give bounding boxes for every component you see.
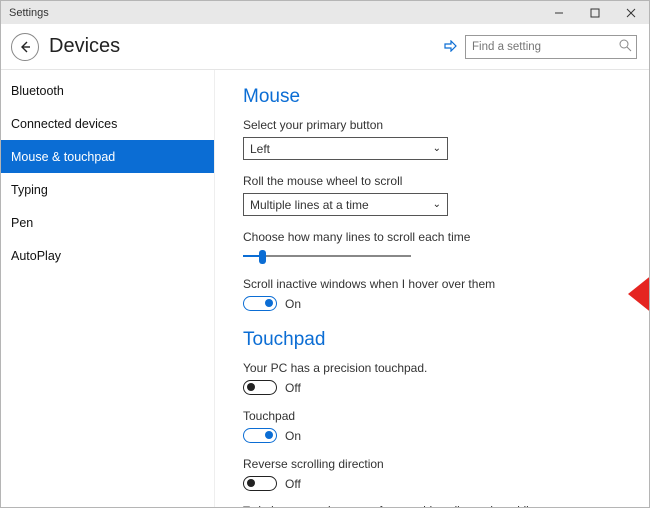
chevron-down-icon: ⌄ — [433, 143, 441, 154]
page-title: Devices — [49, 35, 435, 58]
touchpad-enable-state: On — [285, 429, 301, 443]
toggle-knob — [247, 479, 255, 487]
scroll-inactive-state: On — [285, 297, 301, 311]
reverse-label: Reverse scrolling direction — [243, 457, 639, 471]
window-title: Settings — [1, 7, 541, 19]
primary-button-select[interactable]: Left ⌄ — [243, 137, 448, 160]
wheel-scroll-value: Multiple lines at a time — [250, 198, 369, 212]
lines-per-scroll-label: Choose how many lines to scroll each tim… — [243, 230, 639, 244]
search-input[interactable] — [466, 41, 636, 53]
sidebar-item-mouse-touchpad[interactable]: Mouse & touchpad — [1, 140, 214, 173]
scroll-inactive-label: Scroll inactive windows when I hover ove… — [243, 277, 639, 291]
toggle-knob — [265, 431, 273, 439]
toggle-knob — [265, 299, 273, 307]
titlebar: Settings — [1, 1, 649, 24]
sidebar-item-bluetooth[interactable]: Bluetooth — [1, 74, 214, 107]
content-panel: Mouse Select your primary button Left ⌄ … — [215, 70, 649, 507]
annotation-arrow-icon — [628, 266, 649, 322]
mouse-heading: Mouse — [243, 86, 639, 108]
header: Devices — [1, 24, 649, 70]
primary-button-label: Select your primary button — [243, 118, 639, 132]
wheel-scroll-select[interactable]: Multiple lines at a time ⌄ — [243, 193, 448, 216]
lines-per-scroll-slider[interactable] — [243, 249, 411, 263]
close-button[interactable] — [613, 1, 649, 24]
search-box[interactable] — [465, 35, 637, 59]
search-icon — [619, 39, 632, 57]
touchpad-enable-label: Touchpad — [243, 409, 639, 423]
reverse-toggle[interactable] — [243, 476, 277, 491]
scroll-inactive-toggle[interactable] — [243, 296, 277, 311]
touchpad-enable-toggle[interactable] — [243, 428, 277, 443]
precision-state: Off — [285, 381, 301, 395]
help-note: To help prevent the cursor from accident… — [243, 505, 563, 507]
settings-window: Settings Devices Bluetooth Connected dev… — [0, 0, 650, 508]
sidebar-item-connected-devices[interactable]: Connected devices — [1, 107, 214, 140]
precision-toggle[interactable] — [243, 380, 277, 395]
chevron-down-icon: ⌄ — [433, 199, 441, 210]
slider-thumb[interactable] — [259, 250, 266, 264]
pin-icon[interactable] — [435, 39, 465, 55]
back-button[interactable] — [11, 33, 39, 61]
reverse-state: Off — [285, 477, 301, 491]
sidebar-item-pen[interactable]: Pen — [1, 206, 214, 239]
touchpad-heading: Touchpad — [243, 329, 639, 351]
slider-track — [243, 255, 411, 257]
sidebar: Bluetooth Connected devices Mouse & touc… — [1, 70, 215, 507]
sidebar-item-autoplay[interactable]: AutoPlay — [1, 239, 214, 272]
precision-label: Your PC has a precision touchpad. — [243, 361, 639, 375]
maximize-button[interactable] — [577, 1, 613, 24]
primary-button-value: Left — [250, 142, 270, 156]
wheel-scroll-label: Roll the mouse wheel to scroll — [243, 174, 639, 188]
sidebar-item-typing[interactable]: Typing — [1, 173, 214, 206]
body: Bluetooth Connected devices Mouse & touc… — [1, 70, 649, 507]
toggle-knob — [247, 383, 255, 391]
minimize-button[interactable] — [541, 1, 577, 24]
